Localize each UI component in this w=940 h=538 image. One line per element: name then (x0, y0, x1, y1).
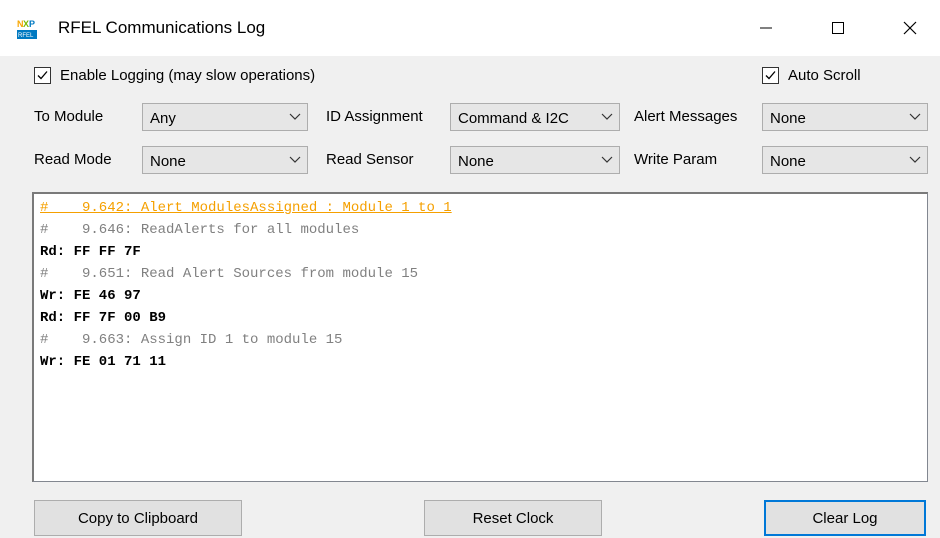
copy-to-clipboard-button[interactable]: Copy to Clipboard (34, 500, 242, 536)
svg-text:RFEL: RFEL (18, 33, 34, 39)
auto-scroll-checkbox[interactable]: Auto Scroll (762, 66, 902, 86)
alert-messages-label: Alert Messages (634, 108, 738, 125)
read-mode-select[interactable]: None (142, 146, 308, 174)
to-module-label: To Module (34, 108, 104, 125)
log-line: # 9.646: ReadAlerts for all modules (40, 222, 360, 238)
log-line: # 9.663: Assign ID 1 to module 15 (40, 332, 343, 348)
chevron-down-icon (909, 113, 921, 120)
checkmark-icon (37, 71, 48, 80)
alert-messages-select[interactable]: None (762, 103, 928, 131)
close-icon (903, 21, 917, 35)
log-line: Wr: FE 46 97 (40, 288, 141, 304)
id-assignment-value: Command & I2C (458, 110, 569, 127)
read-sensor-value: None (458, 153, 494, 170)
write-param-value: None (770, 153, 806, 170)
window-title: RFEL Communications Log (58, 18, 266, 37)
log-line: # 9.651: Read Alert Sources from module … (40, 266, 419, 282)
minimize-button[interactable] (740, 0, 792, 56)
id-assignment-label: ID Assignment (326, 108, 423, 125)
maximize-icon (832, 22, 844, 34)
enable-logging-label: Enable Logging (may slow operations) (60, 67, 316, 84)
chevron-down-icon (909, 156, 921, 163)
auto-scroll-checkbox-box (762, 67, 779, 84)
chevron-down-icon (289, 113, 301, 120)
read-mode-value: None (150, 153, 186, 170)
chevron-down-icon (601, 113, 613, 120)
title-bar[interactable]: N X P RFEL RFEL Communications Log (0, 0, 940, 56)
log-line: Wr: FE 01 71 11 (40, 354, 167, 370)
nxp-rfel-app-icon: N X P RFEL (16, 18, 44, 40)
log-line: # 9.642: Alert ModulesAssigned : Module … (40, 200, 452, 216)
read-sensor-label: Read Sensor (326, 151, 414, 168)
checkmark-icon (765, 71, 776, 80)
alert-messages-value: None (770, 110, 806, 127)
chevron-down-icon (289, 156, 301, 163)
to-module-value: Any (150, 110, 176, 127)
enable-logging-checkbox[interactable]: Enable Logging (may slow operations) (34, 66, 374, 86)
write-param-select[interactable]: None (762, 146, 928, 174)
communications-log-window: N X P RFEL RFEL Communications Log Enabl… (0, 0, 940, 538)
maximize-button[interactable] (812, 0, 864, 56)
chevron-down-icon (601, 156, 613, 163)
read-sensor-select[interactable]: None (450, 146, 620, 174)
id-assignment-select[interactable]: Command & I2C (450, 103, 620, 131)
read-mode-label: Read Mode (34, 151, 112, 168)
reset-clock-button[interactable]: Reset Clock (424, 500, 602, 536)
log-textbox[interactable]: # 9.642: Alert ModulesAssigned : Module … (32, 192, 928, 482)
minimize-icon (760, 27, 772, 29)
clear-log-button[interactable]: Clear Log (764, 500, 926, 536)
log-line: Rd: FF 7F 00 B9 (40, 310, 167, 326)
auto-scroll-label: Auto Scroll (788, 67, 861, 84)
write-param-label: Write Param (634, 151, 718, 168)
log-line: Rd: FF FF 7F (40, 244, 141, 260)
enable-logging-checkbox-box (34, 67, 51, 84)
close-button[interactable] (884, 0, 936, 56)
to-module-select[interactable]: Any (142, 103, 308, 131)
svg-text:P: P (29, 19, 35, 29)
